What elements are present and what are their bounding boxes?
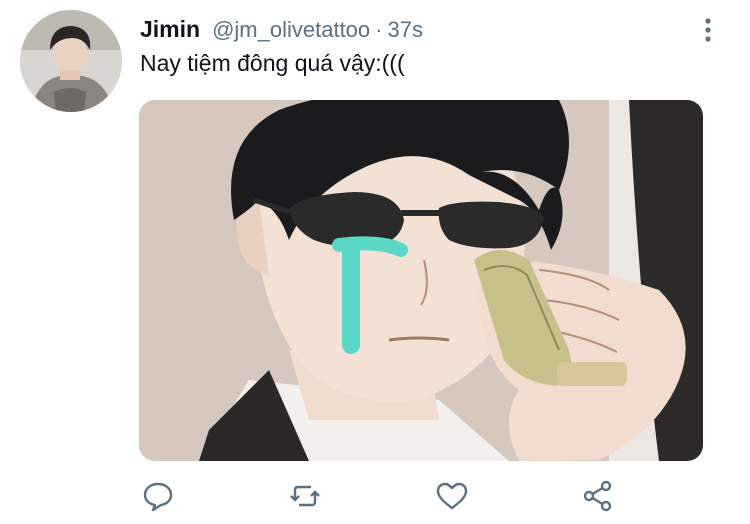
tweet-text: Nay tiệm đông quá vậy:((( — [140, 50, 405, 76]
profile-photo — [20, 10, 122, 112]
like-button[interactable] — [434, 478, 470, 514]
user-handle[interactable]: @jm_olivetattoo — [212, 17, 370, 43]
tweet-header: Jimin @jm_olivetattoo · 37s — [140, 16, 423, 44]
share-button[interactable] — [580, 478, 616, 514]
timestamp[interactable]: 37s — [387, 17, 422, 43]
share-nodes-icon — [583, 480, 612, 512]
tweet-media[interactable] — [139, 100, 703, 461]
reply-button[interactable] — [140, 478, 176, 514]
display-name[interactable]: Jimin — [140, 16, 200, 43]
speech-bubble-icon — [143, 482, 173, 512]
retweet-button[interactable] — [287, 478, 323, 514]
meme-image — [139, 100, 703, 461]
avatar[interactable] — [20, 10, 122, 112]
vertical-ellipsis-icon — [705, 18, 711, 42]
heart-icon — [436, 482, 468, 510]
more-options-button[interactable] — [697, 16, 719, 46]
separator-dot: · — [375, 17, 383, 42]
retweet-arrows-icon — [290, 485, 320, 507]
